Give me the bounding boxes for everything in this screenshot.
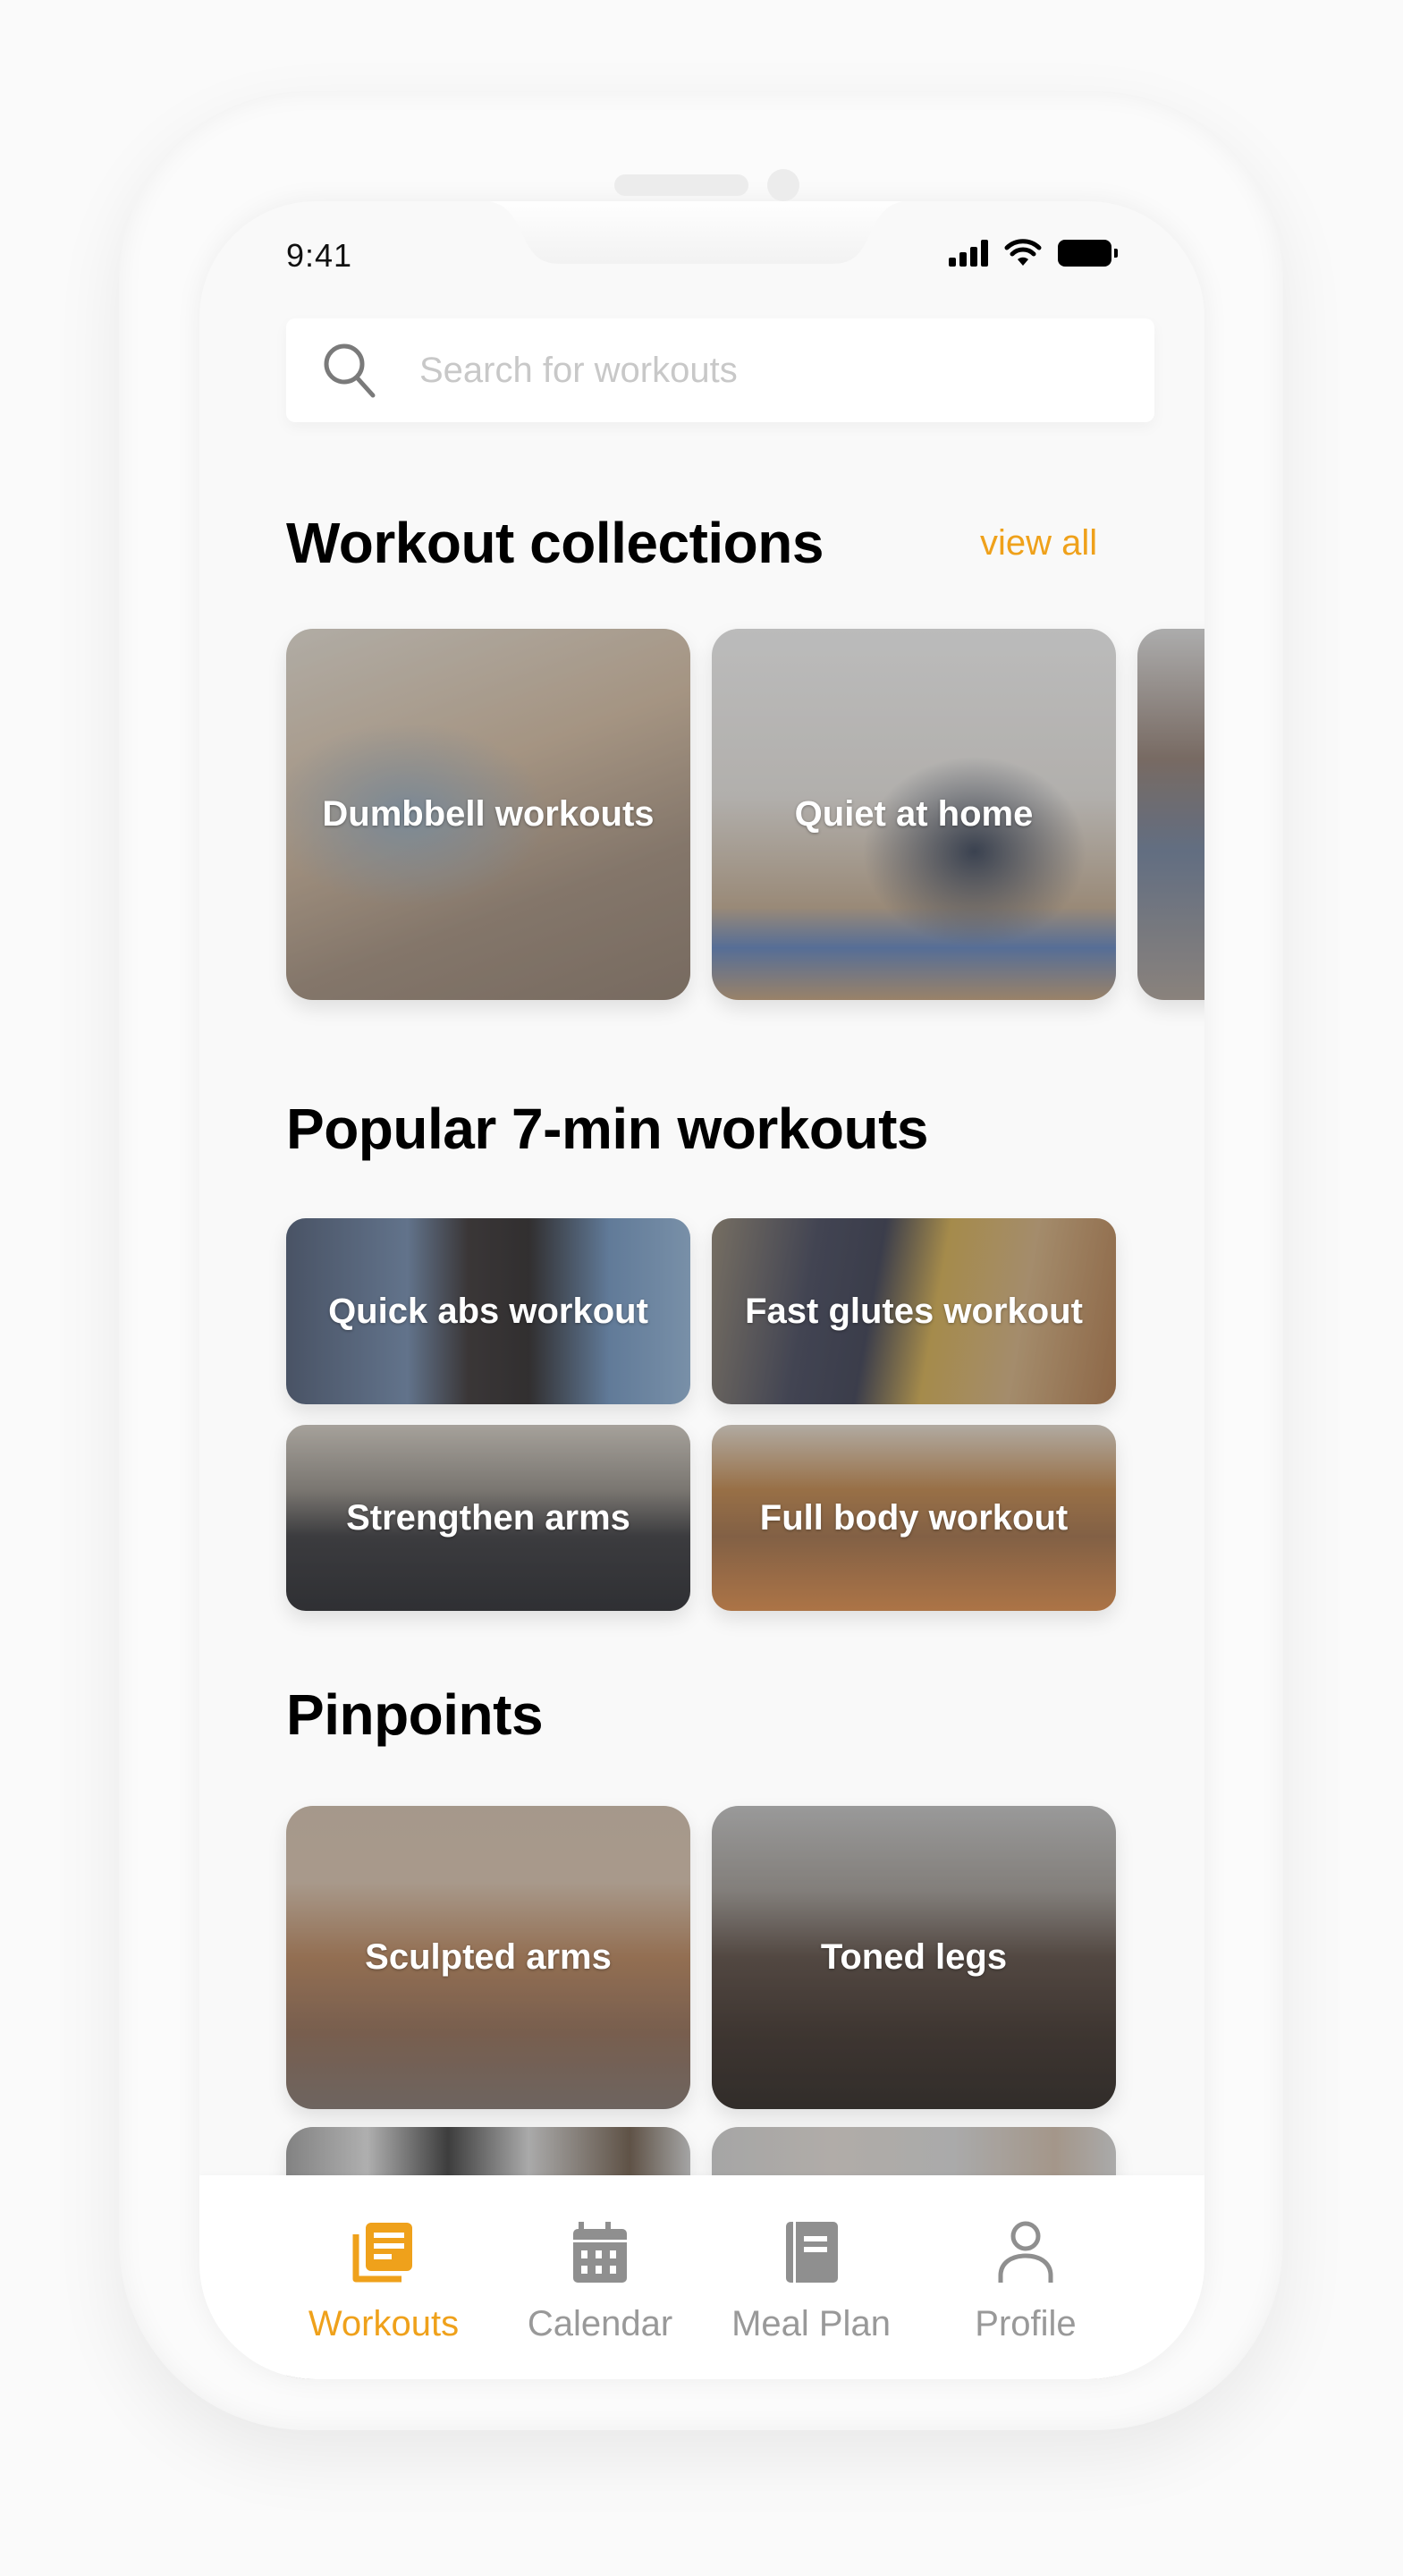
phone-screen: 9:41 Workout collections view all Dumbbe… (199, 201, 1204, 2379)
tab-calendar[interactable]: Calendar (493, 2175, 707, 2379)
card-label: Strengthen arms (346, 1497, 630, 1538)
search-bar[interactable] (286, 318, 1154, 422)
battery-icon (1058, 240, 1118, 267)
tab-workouts[interactable]: Workouts (276, 2175, 491, 2379)
front-camera (767, 169, 799, 201)
section-title-popular: Popular 7-min workouts (286, 1097, 928, 1161)
workouts-icon (352, 2223, 412, 2283)
pinpoint-card[interactable]: Sculpted arms (286, 1806, 690, 2109)
collection-card[interactable]: Dumbbell workouts (286, 629, 690, 1000)
profile-icon (998, 2221, 1053, 2283)
popular-card[interactable]: Quick abs workout (286, 1218, 690, 1404)
section-title-collections: Workout collections (286, 511, 824, 575)
card-label: Full body workout (759, 1497, 1069, 1538)
speaker-grille (614, 174, 748, 196)
card-label: Quick abs workout (328, 1291, 648, 1331)
popular-card[interactable]: Full body workout (712, 1425, 1116, 1611)
tab-profile[interactable]: Profile (918, 2175, 1133, 2379)
meal-plan-icon (786, 2222, 838, 2283)
tab-meal-plan[interactable]: Meal Plan (704, 2175, 918, 2379)
status-time: 9:41 (286, 237, 353, 274)
collection-card[interactable] (1137, 629, 1204, 1000)
popular-card[interactable]: Fast glutes workout (712, 1218, 1116, 1404)
status-icons (949, 239, 1118, 267)
card-label: Sculpted arms (365, 1937, 612, 1977)
card-label: Dumbbell workouts (322, 794, 655, 834)
pinpoint-card[interactable]: Toned legs (712, 1806, 1116, 2109)
card-label: Toned legs (820, 1937, 1008, 1977)
view-all-link[interactable]: view all (980, 523, 1097, 564)
notch (489, 201, 903, 264)
signal-icon (949, 240, 988, 267)
collection-card[interactable]: Quiet at home (712, 629, 1116, 1000)
search-icon (324, 343, 376, 398)
tab-label: Workouts (308, 2304, 460, 2343)
card-label: Fast glutes workout (745, 1291, 1083, 1331)
calendar-icon (573, 2222, 627, 2283)
popular-card[interactable]: Strengthen arms (286, 1425, 690, 1611)
section-title-pinpoints: Pinpoints (286, 1682, 544, 1747)
search-input[interactable] (418, 349, 1101, 392)
card-label: Quiet at home (794, 794, 1034, 834)
wifi-icon (1004, 239, 1042, 266)
tab-bar: Workouts Calendar Meal Plan Profile (199, 2175, 1204, 2379)
tab-label: Calendar (527, 2304, 673, 2343)
tab-label: Meal Plan (731, 2304, 891, 2343)
tab-label: Profile (975, 2304, 1077, 2343)
